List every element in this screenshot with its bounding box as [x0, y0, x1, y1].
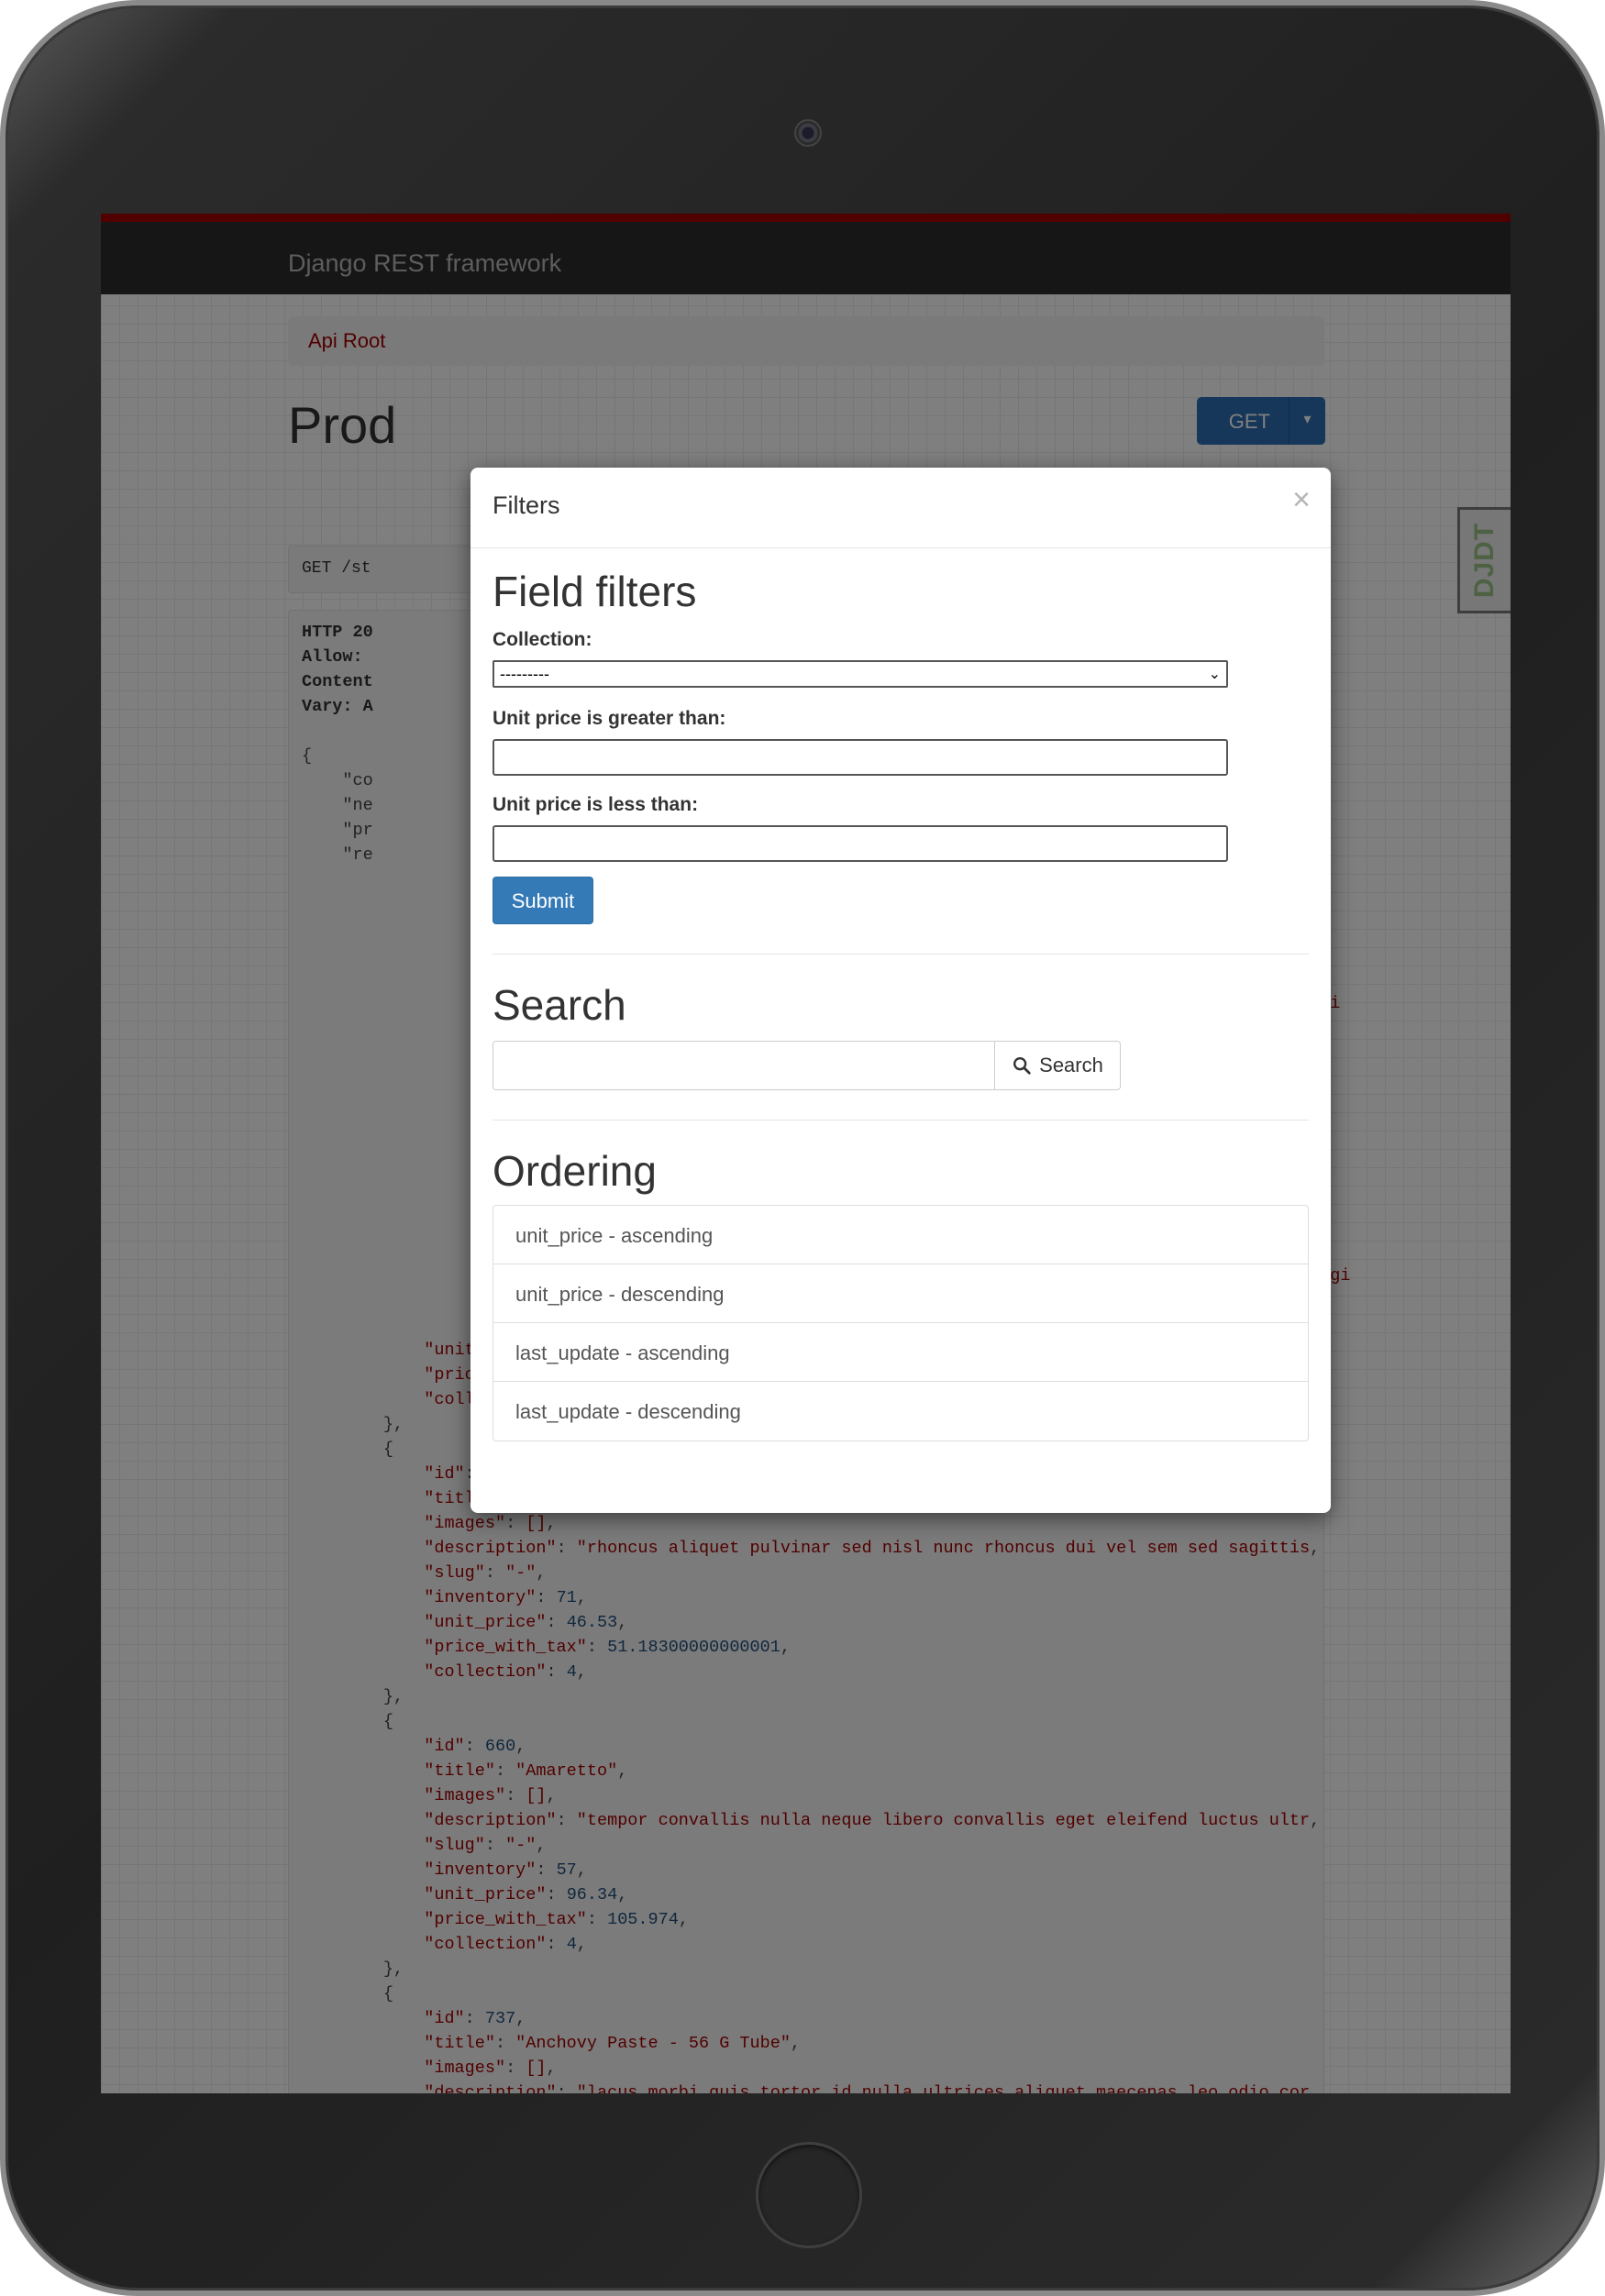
- close-icon[interactable]: ×: [1292, 484, 1311, 515]
- search-heading: Search: [493, 981, 626, 1029]
- home-button[interactable]: [756, 2142, 862, 2248]
- unit-price-lt-input[interactable]: [493, 825, 1228, 862]
- screen: Django REST framework Api Root Prod GET …: [101, 214, 1511, 2093]
- modal-body: Field filters Collection: --------- ⌄ Un…: [493, 548, 1309, 1441]
- search-input[interactable]: [493, 1041, 995, 1090]
- modal-header: Filters ×: [470, 468, 1331, 548]
- divider: [493, 954, 1309, 955]
- ordering-heading: Ordering: [493, 1147, 657, 1195]
- field-filters-heading: Field filters: [493, 568, 697, 615]
- camera-icon: [794, 119, 822, 147]
- ordering-item-last-update-asc[interactable]: last_update - ascending: [493, 1323, 1308, 1382]
- submit-button[interactable]: Submit: [493, 877, 593, 924]
- unit-price-gt-label: Unit price is greater than:: [493, 708, 726, 729]
- search-group: Search: [493, 1041, 1121, 1090]
- filters-modal: Filters × Field filters Collection: ----…: [470, 468, 1331, 1513]
- search-icon: [1013, 1057, 1031, 1075]
- collection-selected-value: ---------: [500, 665, 549, 683]
- collection-label: Collection:: [493, 629, 592, 650]
- search-button[interactable]: Search: [995, 1041, 1121, 1090]
- unit-price-lt-label: Unit price is less than:: [493, 794, 699, 815]
- modal-title: Filters: [493, 491, 560, 519]
- unit-price-gt-input[interactable]: [493, 739, 1228, 776]
- ordering-item-unit-price-desc[interactable]: unit_price - descending: [493, 1264, 1308, 1323]
- tablet-frame: Django REST framework Api Root Prod GET …: [0, 0, 1605, 2296]
- chevron-down-icon: ⌄: [1208, 667, 1221, 682]
- ordering-list: unit_price - ascending unit_price - desc…: [493, 1205, 1309, 1441]
- collection-select[interactable]: --------- ⌄: [493, 660, 1228, 688]
- ordering-item-last-update-desc[interactable]: last_update - descending: [493, 1382, 1308, 1441]
- search-button-label: Search: [1039, 1054, 1103, 1076]
- ordering-item-unit-price-asc[interactable]: unit_price - ascending: [493, 1206, 1308, 1264]
